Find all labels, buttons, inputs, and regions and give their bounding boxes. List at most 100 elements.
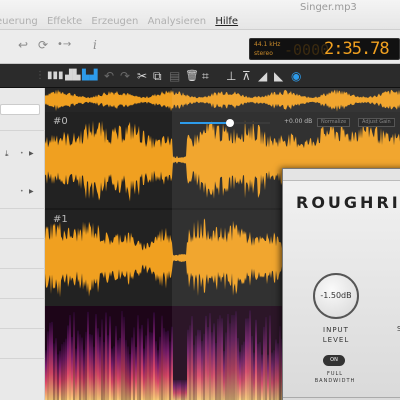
sidebar-search-field[interactable]	[0, 104, 40, 115]
spectrogram-column	[165, 331, 167, 400]
divider	[0, 130, 45, 131]
track-label: #1	[53, 214, 68, 225]
undo-icon[interactable]: ↩	[18, 38, 28, 52]
spectrogram-column	[75, 348, 77, 400]
spectrogram-column	[71, 336, 73, 400]
fade-in-icon[interactable]: ◢	[258, 69, 267, 83]
track-label: #0	[53, 116, 68, 127]
adjust-gain-button[interactable]: Adjust Gain	[358, 118, 395, 127]
spectrogram-column	[147, 318, 149, 400]
spectrogram-column	[227, 314, 229, 400]
delete-icon[interactable]: 🗑	[185, 69, 199, 83]
volume-control: +0.00 dB Normalize Adjust Gain	[180, 118, 395, 128]
trim-icon[interactable]: ⊥	[226, 69, 236, 83]
full-bandwidth-toggle[interactable]: ON	[323, 355, 345, 366]
combined-view-icon[interactable]: ▙▟	[82, 69, 97, 83]
spectrogram-column	[135, 346, 137, 400]
menu-item-effekte[interactable]: Effekte	[47, 16, 82, 27]
spectrogram-column	[229, 323, 231, 400]
divider	[0, 238, 45, 239]
spectrogram-column	[139, 328, 141, 400]
redo-icon[interactable]: ↷	[120, 69, 130, 83]
spectrogram-column	[169, 341, 171, 400]
divider	[0, 268, 45, 269]
spectrogram-column	[149, 332, 151, 400]
fade-out-icon[interactable]: ◣	[274, 69, 283, 83]
divider	[0, 298, 45, 299]
spectrogram-column	[235, 311, 237, 400]
spectrogram-column	[73, 312, 75, 400]
time-display-ghost: -0000	[284, 41, 330, 59]
redo-icon[interactable]: ⟳	[38, 38, 48, 52]
spectral-view-icon[interactable]: ▟▙	[65, 69, 80, 83]
spectrogram-column	[247, 318, 249, 400]
spectrogram-column	[213, 323, 215, 400]
normalize-button[interactable]: Normalize	[317, 118, 351, 127]
menu-item-erzeugen[interactable]: Erzeugen	[91, 16, 138, 27]
menu-bar: euerung Effekte Erzeugen Analysieren Hil…	[0, 0, 400, 30]
play-triangle-icon[interactable]: ▶	[29, 150, 34, 157]
spectrogram-column	[47, 331, 49, 400]
spectrogram-column	[219, 315, 221, 400]
sample-rate: 44.1 kHz	[254, 41, 281, 48]
roughrider-plugin-window[interactable]: ROUGHRIDER -1.50dB INPUT LEVEL ON FULL B…	[282, 168, 400, 400]
input-level-value: -1.50dB	[320, 291, 352, 300]
volume-slider[interactable]	[180, 119, 270, 127]
download-icon[interactable]: ⤓	[5, 149, 9, 159]
spectrogram-column	[85, 331, 87, 400]
spectrogram-column	[271, 352, 273, 400]
spectrogram-column	[199, 330, 201, 400]
divider	[283, 397, 400, 398]
menu-item-steuerung[interactable]: euerung	[0, 16, 38, 27]
spectrogram-column	[277, 343, 279, 400]
spectrogram-column	[279, 326, 281, 400]
channel-mode: stereo	[254, 50, 273, 57]
input-level-knob[interactable]: -1.50dB	[313, 273, 359, 319]
waveform-shape	[45, 89, 400, 112]
copy-icon[interactable]: ⧉	[153, 69, 162, 83]
spectrogram-column	[125, 339, 127, 400]
forward-icon[interactable]: •→	[57, 38, 71, 52]
spectrogram-column	[99, 336, 101, 400]
spectrogram-column	[263, 326, 265, 400]
undo-icon[interactable]: ↶	[104, 69, 114, 83]
spectrogram-column	[177, 380, 179, 400]
info-icon[interactable]: i	[93, 38, 97, 52]
plugin-title-bar[interactable]	[283, 169, 400, 181]
spectrogram-column	[81, 337, 83, 400]
spectrogram-column	[261, 354, 263, 400]
overview-waveform[interactable]	[45, 88, 400, 112]
spectrogram-column	[121, 310, 123, 400]
spectrogram-column	[195, 335, 197, 400]
spectrogram-column	[275, 339, 277, 400]
spectrogram-column	[137, 315, 139, 400]
effects-icon[interactable]: ◉	[291, 69, 301, 83]
spectrogram-column	[237, 338, 239, 400]
spectrogram-column	[49, 322, 51, 400]
menu-item-analysieren[interactable]: Analysieren	[148, 16, 207, 27]
spectrogram-column	[239, 351, 241, 400]
spectrogram-column	[113, 346, 115, 400]
spectrogram-column	[79, 334, 81, 400]
spectrogram-column	[191, 316, 193, 400]
spectrogram-column	[253, 352, 255, 400]
spectrogram-column	[61, 344, 63, 400]
paste-icon[interactable]: ▤	[169, 69, 180, 83]
spectrogram-column	[55, 338, 57, 400]
spectrogram-column	[225, 332, 227, 400]
spectrogram-column	[245, 318, 247, 400]
volume-slider-handle[interactable]	[225, 119, 234, 127]
dot-icon: •	[20, 150, 24, 157]
cut-icon[interactable]: ✂	[137, 69, 147, 83]
waveform-view-icon[interactable]: ▮▮▮	[47, 69, 64, 83]
spectrogram-column	[251, 335, 253, 400]
volume-slider-fill	[180, 122, 230, 124]
spectrogram-column	[257, 343, 259, 400]
spectrogram-column	[131, 337, 133, 400]
normalize-icon[interactable]: ⊼	[242, 69, 251, 83]
menu-item-hilfe[interactable]: Hilfe	[215, 16, 238, 27]
spectrogram-column	[159, 336, 161, 400]
spectrogram-column	[243, 341, 245, 400]
crop-icon[interactable]: ⌗	[202, 69, 209, 83]
play-triangle-icon[interactable]: ▶	[29, 188, 34, 195]
